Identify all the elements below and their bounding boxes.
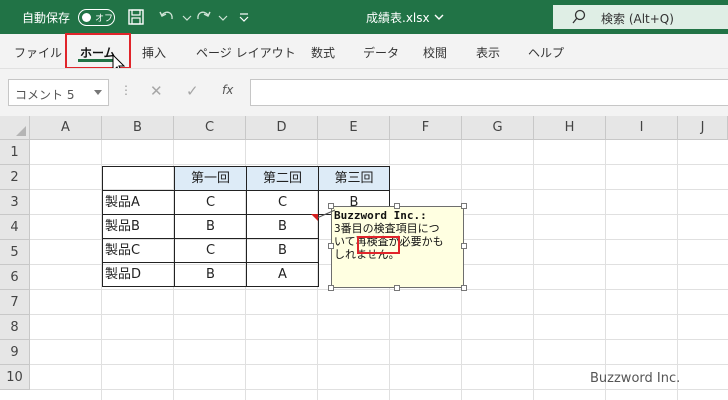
toggle-knob xyxy=(82,13,91,22)
column-header-f[interactable]: F xyxy=(390,116,462,140)
name-box-dropdown-icon[interactable] xyxy=(94,90,102,95)
tab-data[interactable]: データ xyxy=(363,44,399,61)
save-icon[interactable] xyxy=(127,8,145,26)
tab-page-layout[interactable]: ページ レイアウト xyxy=(196,44,296,61)
column-header-c[interactable]: C xyxy=(174,116,246,140)
comment-leader-line xyxy=(316,209,336,219)
row-header-9[interactable]: 9 xyxy=(0,340,30,365)
autosave-toggle[interactable]: オフ xyxy=(78,9,115,26)
column-header-j[interactable]: J xyxy=(678,116,728,140)
select-all-corner[interactable] xyxy=(0,116,30,140)
keyword-highlight-box xyxy=(357,236,400,254)
cancel-icon[interactable]: ✕ xyxy=(150,82,163,100)
column-header-h[interactable]: H xyxy=(534,116,606,140)
table-header-cell[interactable] xyxy=(102,166,175,191)
table-header-cell[interactable]: 第二回 xyxy=(246,166,319,191)
table-cell[interactable]: 製品A xyxy=(102,190,175,215)
enter-icon[interactable]: ✓ xyxy=(186,82,199,100)
autosave-state: オフ xyxy=(95,14,114,24)
table-cell[interactable]: B xyxy=(246,214,319,239)
table-header-cell[interactable]: 第一回 xyxy=(174,166,247,191)
file-name[interactable]: 成績表.xlsx xyxy=(366,9,430,26)
comment-resize-handle[interactable] xyxy=(328,203,334,209)
table-cell[interactable]: 製品C xyxy=(102,238,175,263)
table-header-cell[interactable]: 第三回 xyxy=(318,166,390,191)
comment-resize-handle[interactable] xyxy=(328,285,334,291)
search-icon xyxy=(572,9,586,24)
table-cell[interactable]: C xyxy=(174,238,247,263)
title-bar: 自動保存 オフ 成績表.xlsx 検索 (Alt+Q) xyxy=(0,0,728,34)
redo-dropdown-icon[interactable] xyxy=(214,8,232,26)
comment-resize-handle[interactable] xyxy=(394,285,400,291)
name-box[interactable]: コメント 5 xyxy=(8,79,109,106)
column-header-a[interactable]: A xyxy=(30,116,102,140)
tab-help[interactable]: ヘルプ xyxy=(528,44,564,61)
table-cell[interactable]: B xyxy=(174,262,247,287)
comment-resize-handle[interactable] xyxy=(328,243,334,249)
tab-review[interactable]: 校閲 xyxy=(423,44,447,61)
name-box-value: コメント 5 xyxy=(15,88,75,102)
customize-toolbar-icon[interactable] xyxy=(235,8,253,26)
column-header-b[interactable]: B xyxy=(102,116,174,140)
column-header-i[interactable]: I xyxy=(606,116,678,140)
tab-file[interactable]: ファイル xyxy=(14,44,62,61)
formula-input[interactable] xyxy=(250,79,728,106)
row-header-4[interactable]: 4 xyxy=(0,215,30,240)
tab-view[interactable]: 表示 xyxy=(476,44,500,61)
comment-resize-handle[interactable] xyxy=(461,203,467,209)
formula-bar: コメント 5 ⋮ ✕ ✓ fx xyxy=(0,68,728,116)
comment-indicator xyxy=(311,214,318,221)
table-cell[interactable]: A xyxy=(246,262,319,287)
column-header-d[interactable]: D xyxy=(246,116,318,140)
tab-formulas[interactable]: 数式 xyxy=(311,44,335,61)
formula-bar-grip-icon[interactable]: ⋮ xyxy=(120,83,132,97)
search-box[interactable]: 検索 (Alt+Q) xyxy=(553,5,728,29)
comment-line-1: 3番目の検査項目につ xyxy=(334,222,440,235)
insert-function-button[interactable]: fx xyxy=(222,83,233,97)
redo-icon[interactable] xyxy=(194,8,212,26)
column-header-g[interactable]: G xyxy=(462,116,534,140)
row-header-8[interactable]: 8 xyxy=(0,315,30,340)
row-header-6[interactable]: 6 xyxy=(0,265,30,290)
row-header-1[interactable]: 1 xyxy=(0,140,30,165)
comment-resize-handle[interactable] xyxy=(461,285,467,291)
row-header-7[interactable]: 7 xyxy=(0,290,30,315)
undo-icon[interactable] xyxy=(158,8,176,26)
table-cell[interactable]: B xyxy=(246,238,319,263)
watermark: Buzzword Inc. xyxy=(590,371,681,386)
comment-resize-handle[interactable] xyxy=(394,203,400,209)
comment-author: Buzzword Inc.: xyxy=(334,209,427,222)
autosave-label: 自動保存 xyxy=(22,11,71,25)
comment-resize-handle[interactable] xyxy=(461,243,467,249)
table-cell[interactable]: B xyxy=(174,214,247,239)
row-header-2[interactable]: 2 xyxy=(0,165,30,190)
tab-insert[interactable]: 挿入 xyxy=(142,44,166,61)
table-cell[interactable]: 製品D xyxy=(102,262,175,287)
row-header-3[interactable]: 3 xyxy=(0,190,30,215)
table-cell[interactable]: C xyxy=(246,190,319,215)
search-placeholder: 検索 (Alt+Q) xyxy=(601,12,674,26)
table-cell[interactable]: 製品B xyxy=(102,214,175,239)
table-cell[interactable]: C xyxy=(174,190,247,215)
chevron-down-icon[interactable] xyxy=(430,8,448,26)
row-header-10[interactable]: 10 xyxy=(0,365,30,390)
row-header-5[interactable]: 5 xyxy=(0,240,30,265)
column-header-e[interactable]: E xyxy=(318,116,390,140)
